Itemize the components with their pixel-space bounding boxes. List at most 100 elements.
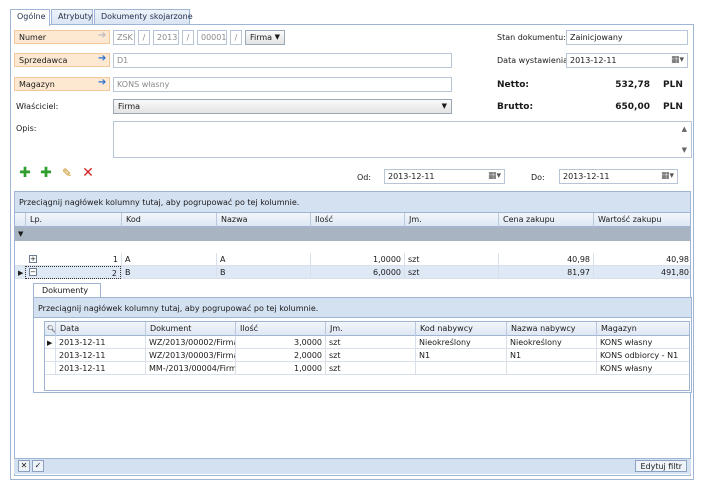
col-ilosc[interactable]: Ilość (310, 213, 404, 227)
detail-header: 🔍︎ Data Dokument Ilość Jm. Kod nabywcy N… (45, 322, 689, 336)
calendar-icon[interactable]: ▦▾ (661, 171, 674, 181)
cell-nazwa: B (216, 266, 310, 279)
cell-jm: szt (404, 253, 498, 266)
net-label: Netto: (497, 80, 530, 90)
number-label-text: Numer (19, 33, 47, 42)
col-jm[interactable]: Jm. (404, 213, 498, 227)
number-seq-field[interactable]: 00001 (197, 30, 227, 45)
number-sep: / (230, 30, 242, 45)
clear-filter-icon[interactable]: ✕ (18, 460, 30, 472)
cell-ilosc: 6,0000 (310, 266, 404, 279)
calendar-icon[interactable]: ▦▾ (488, 171, 501, 181)
date-to-field[interactable]: 2013-12-11 ▦▾ (559, 169, 678, 184)
net-currency: PLN (663, 80, 683, 90)
filter-checkbox[interactable]: ✓ (32, 460, 44, 472)
cell-lp: 1 (112, 255, 118, 264)
company-select[interactable]: Firma ▼ (245, 30, 285, 45)
description-textarea[interactable]: ▲ ▼ (113, 121, 692, 158)
gross-currency: PLN (663, 102, 683, 112)
owner-label: Właściciel: (16, 102, 59, 111)
seller-label-text: Sprzedawca (19, 56, 68, 65)
dcol-ilosc[interactable]: Ilość (235, 322, 325, 336)
row-indicator-icon: ▶ (47, 339, 53, 347)
issue-date-field[interactable]: 2013-12-11 ▦▾ (566, 53, 688, 68)
net-value: 532,78 (615, 80, 650, 90)
table-row-selected[interactable]: ▶ − 2 B B 6,0000 szt 81,97 491,80 (15, 266, 690, 279)
group-panel: Przeciągnij nagłówek kolumny tutaj, aby … (15, 192, 690, 213)
date-from-field[interactable]: 2013-12-11 ▦▾ (384, 169, 505, 184)
scroll-up-icon[interactable]: ▲ (682, 125, 687, 133)
description-label: Opis: (16, 124, 37, 133)
dcell-kod: Nieokreślony (415, 336, 506, 349)
dcol-dokument[interactable]: Dokument (145, 322, 235, 336)
table-row[interactable]: + 1 A A 1,0000 szt 40,98 40,98 (15, 253, 690, 266)
col-lp[interactable]: Lp. (25, 213, 121, 227)
arrow-right-icon: ➔ (98, 30, 107, 41)
scroll-down-icon[interactable]: ▼ (682, 146, 687, 154)
arrow-right-icon[interactable]: ➔ (98, 78, 106, 88)
dcell-dokument: MM-/2013/00004/Firma (145, 362, 235, 375)
dcell-kod (415, 362, 506, 375)
calendar-icon[interactable]: ▦▾ (671, 55, 684, 65)
number-year-field[interactable]: 2013 (153, 30, 179, 45)
items-grid: Przeciągnij nagłówek kolumny tutaj, aby … (14, 191, 692, 476)
gross-value: 650,00 (615, 102, 650, 112)
seller-field[interactable]: D1 (113, 53, 452, 68)
status-field: Zainicjowany (566, 30, 688, 45)
detail-tab-documents[interactable]: Dokumenty (33, 283, 101, 297)
status-label: Stan dokumentu: (497, 33, 566, 42)
add-multiple-icon[interactable]: ✚ (38, 166, 54, 182)
dcell-kod: N1 (415, 349, 506, 362)
dcell-nazwa: N1 (506, 349, 596, 362)
dcell-data: 2013-12-11 (55, 362, 145, 375)
arrow-right-icon[interactable]: ➔ (98, 54, 106, 64)
cell-kod: A (121, 253, 216, 266)
grid-footer: ✕ ✓ Edytuj filtr (14, 458, 691, 474)
dcell-magazyn: KONS własny (596, 362, 691, 375)
detail-row[interactable]: 2013-12-11 MM-/2013/00004/Firma 1,0000 s… (45, 362, 689, 375)
col-kod[interactable]: Kod (121, 213, 216, 227)
edit-icon[interactable]: ✎ (59, 166, 75, 182)
issue-date-label: Data wystawienia: (497, 56, 571, 65)
col-cena[interactable]: Cena zakupu (498, 213, 593, 227)
number-label: Numer (14, 30, 110, 44)
col-nazwa[interactable]: Nazwa (216, 213, 310, 227)
owner-select[interactable]: Firma ▼ (113, 99, 452, 114)
dcol-jm[interactable]: Jm. (325, 322, 415, 336)
delete-icon[interactable]: ✕ (80, 166, 96, 182)
tab-general[interactable]: Ogólne (10, 9, 50, 26)
cell-jm: szt (404, 266, 498, 279)
number-series-field[interactable]: ZSK (113, 30, 135, 45)
date-to-label: Do: (531, 173, 545, 182)
cell-ilosc: 1,0000 (310, 253, 404, 266)
warehouse-field[interactable]: KONS własny (113, 77, 452, 92)
warehouse-label-text: Magazyn (19, 80, 55, 89)
dcol-magazyn[interactable]: Magazyn (596, 322, 691, 336)
dcol-data[interactable]: Data (55, 322, 145, 336)
dcol-nazwa[interactable]: Nazwa nabywcy (506, 322, 596, 336)
dcell-jm: szt (325, 362, 415, 375)
dcol-kod[interactable]: Kod nabywcy (415, 322, 506, 336)
add-icon[interactable]: ✚ (17, 166, 33, 182)
tab-attributes[interactable]: Atrybuty (51, 9, 93, 25)
dcell-magazyn: KONS odbiorcy - N1 (596, 349, 691, 362)
dcell-jm: szt (325, 349, 415, 362)
dcell-dokument: WZ/2013/00002/Firma (145, 336, 235, 349)
detail-row[interactable]: 2013-12-11 WZ/2013/00003/Firma 2,0000 sz… (45, 349, 689, 362)
detail-row[interactable]: ▶ 2013-12-11 WZ/2013/00002/Firma 3,0000 … (45, 336, 689, 349)
dcell-data: 2013-12-11 (55, 336, 145, 349)
number-sep: / (182, 30, 194, 45)
col-wartosc[interactable]: Wartość zakupu (593, 213, 692, 227)
tab-linked-documents[interactable]: Dokumenty skojarzone (94, 9, 193, 25)
detail-group-panel: Przeciągnij nagłówek kolumny tutaj, aby … (34, 298, 691, 318)
gross-label: Brutto: (497, 102, 534, 112)
dcell-dokument: WZ/2013/00003/Firma (145, 349, 235, 362)
detail-panel: Przeciągnij nagłówek kolumny tutaj, aby … (33, 297, 692, 393)
date-to-value: 2013-12-11 (563, 172, 610, 181)
edit-filter-button[interactable]: Edytuj filtr (635, 460, 687, 472)
dcell-ilosc: 1,0000 (235, 362, 325, 375)
dcell-data: 2013-12-11 (55, 349, 145, 362)
grid-header: Lp. Kod Nazwa Ilość Jm. Cena zakupu Wart… (15, 213, 690, 227)
company-select-value: Firma (250, 33, 273, 42)
filter-row[interactable]: ▼ (15, 227, 690, 241)
